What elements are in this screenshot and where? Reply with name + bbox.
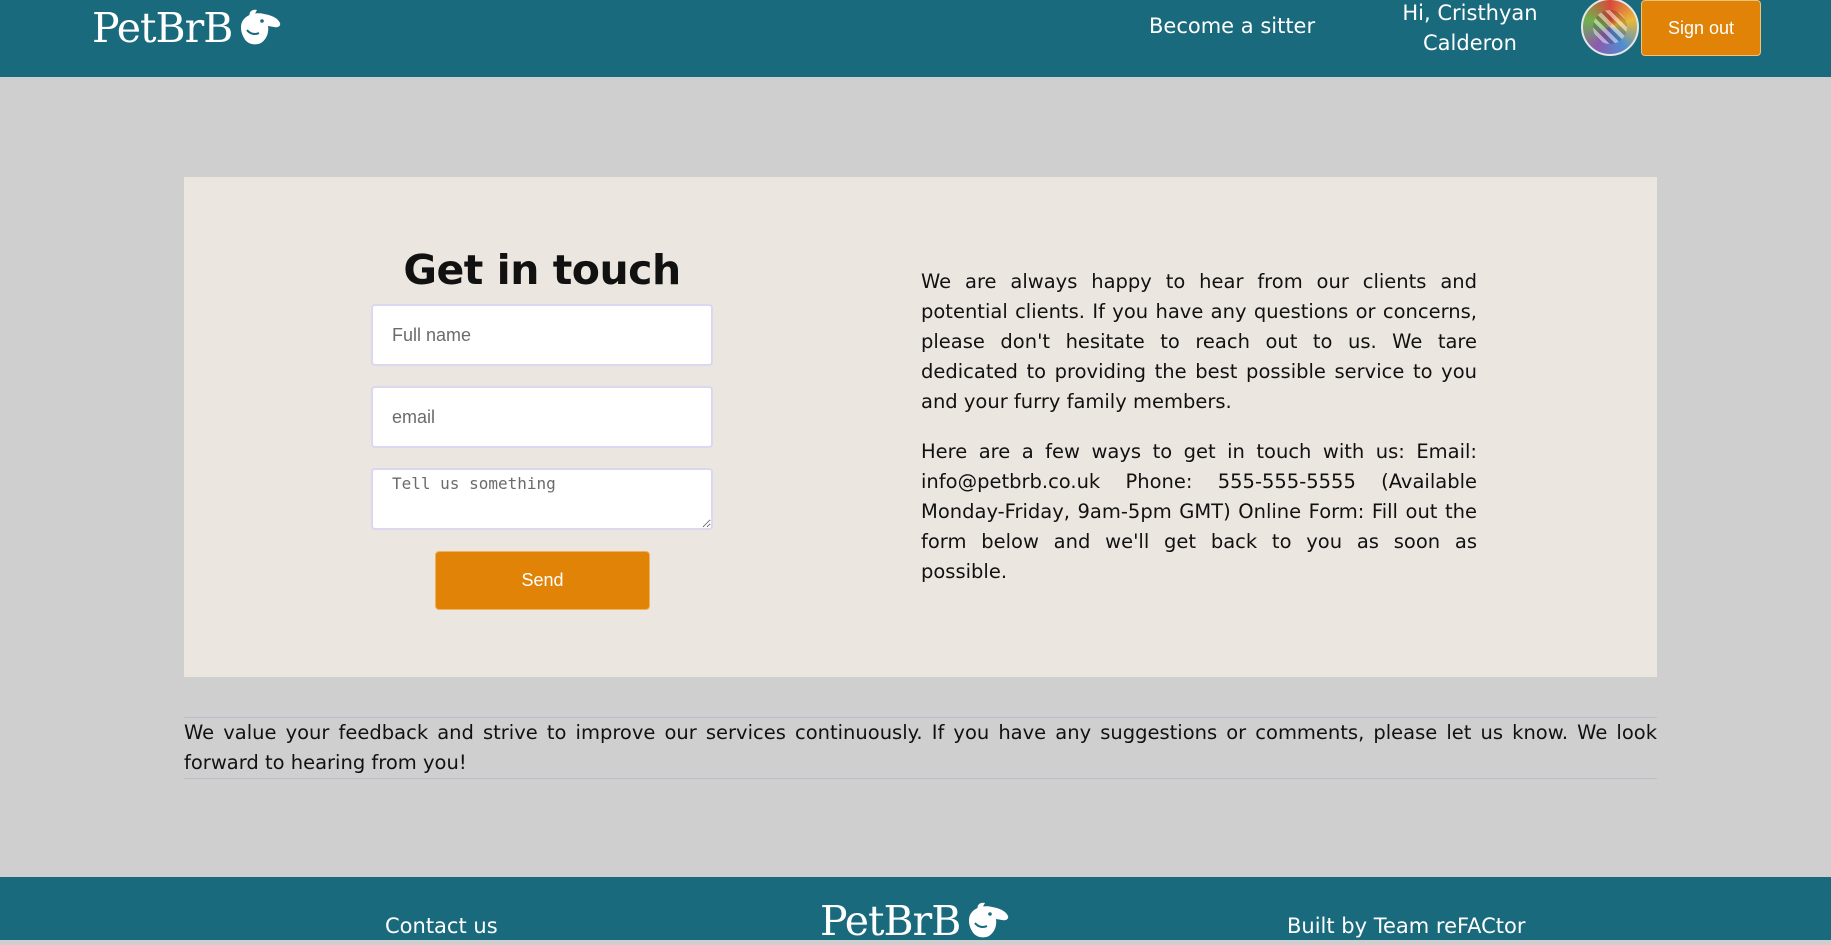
info-paragraph-ways: Here are a few ways to get in touch with… [921,440,1477,583]
footer-logo-text: PetBrB [820,897,961,945]
form-title: Get in touch [403,246,681,294]
dog-head-icon [241,9,281,45]
user-greeting: Hi, Cristhyan Calderon [1402,1,1538,55]
dog-head-icon [969,902,1009,938]
site-footer: Contact us PetBrB Built by Team reFACtor [0,877,1831,945]
send-button[interactable]: Send [435,551,650,610]
feedback-note: We value your feedback and strive to imp… [184,717,1657,779]
footer-logo[interactable]: PetBrB [820,897,1010,945]
nav-become-sitter-link[interactable]: Become a sitter [1149,14,1315,38]
footer-contact-link[interactable]: Contact us [385,914,498,938]
email-input[interactable] [371,386,713,448]
sign-out-button[interactable]: Sign out [1641,0,1761,56]
info-paragraph-intro: We are always happy to hear from our cli… [921,270,1477,413]
top-navbar: PetBrB Become a sitter Hi, Cristhyan Cal… [0,0,1831,77]
logo-text: PetBrB [92,4,233,52]
site-logo[interactable]: PetBrB [92,4,282,52]
full-name-input[interactable] [371,304,713,366]
message-textarea[interactable] [371,468,713,530]
user-avatar[interactable] [1581,0,1639,56]
contact-info: We are always happy to hear from our cli… [921,267,1477,587]
footer-credit: Built by Team reFACtor [1287,914,1526,938]
